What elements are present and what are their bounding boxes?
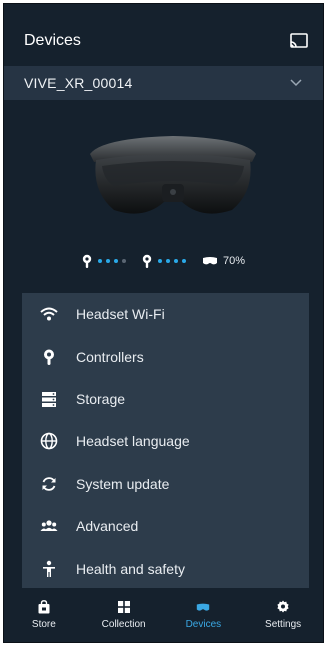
nav-label: Collection: [101, 619, 146, 630]
menu-item-label: Headset Wi-Fi: [76, 306, 165, 323]
storage-icon: [40, 390, 58, 408]
nav-label: Devices: [185, 619, 222, 630]
battery-dot: [97, 259, 102, 263]
menu-item-health-and-safety[interactable]: Health and safety: [22, 547, 309, 589]
chevron-down-icon: [290, 79, 302, 87]
wifi-icon: [40, 305, 58, 323]
menu-item-label: Headset language: [76, 433, 190, 450]
menu-item-label: Storage: [76, 390, 126, 407]
menu-item-label: System update: [76, 475, 170, 492]
menu-item-headset-language[interactable]: Headset language: [22, 420, 309, 462]
menu-item-controllers[interactable]: Controllers: [22, 335, 309, 377]
menu-item-storage[interactable]: Storage: [22, 378, 309, 420]
battery-dot: [165, 259, 170, 263]
battery-dot: [121, 259, 126, 263]
nav-devices[interactable]: Devices: [168, 600, 238, 630]
device-status-row: 70%: [4, 251, 323, 271]
controller-icon: [82, 254, 92, 268]
globe-icon: [40, 432, 58, 450]
headset-battery: 70%: [202, 255, 245, 267]
store-icon: [38, 600, 50, 614]
device-name: VIVE_XR_00014: [24, 75, 133, 91]
person-icon: [40, 560, 58, 578]
right-controller-status: [142, 254, 186, 268]
people-icon: [40, 517, 58, 535]
devices-screen: Devices VIVE_XR_00014 70% Headset Wi-Fi …: [3, 3, 324, 643]
nav-label: Settings: [265, 619, 302, 630]
menu-item-headset-wifi[interactable]: Headset Wi-Fi: [22, 293, 309, 335]
controller-icon: [40, 348, 58, 366]
bottom-navigation: Store Collection Devices Settings: [4, 588, 323, 642]
device-menu: Headset Wi-Fi Controllers Storage Headse…: [22, 293, 309, 590]
nav-label: Store: [31, 619, 56, 630]
cast-icon[interactable]: [290, 33, 308, 49]
headset-battery-value: 70%: [222, 255, 246, 267]
headset-icon: [202, 257, 217, 265]
battery-dot: [173, 259, 178, 263]
battery-dot: [181, 259, 186, 263]
menu-item-label: Advanced: [76, 518, 139, 535]
nav-collection[interactable]: Collection: [89, 600, 159, 630]
nav-store[interactable]: Store: [9, 600, 79, 630]
nav-settings[interactable]: Settings: [248, 600, 318, 630]
headset-image: [90, 136, 256, 214]
app-header: Devices: [4, 4, 323, 66]
devices-icon: [197, 603, 210, 611]
menu-item-advanced[interactable]: Advanced: [22, 505, 309, 547]
left-controller-status: [82, 254, 126, 268]
device-selector[interactable]: VIVE_XR_00014: [4, 66, 323, 100]
battery-dot: [113, 259, 118, 263]
controller-icon: [142, 254, 152, 268]
menu-item-system-update[interactable]: System update: [22, 463, 309, 505]
battery-dot: [105, 259, 110, 263]
left-controller-battery-dots: [97, 259, 126, 263]
page-title: Devices: [24, 32, 81, 49]
menu-item-label: Health and safety: [76, 560, 185, 577]
sync-icon: [40, 475, 58, 493]
right-controller-battery-dots: [157, 259, 186, 263]
battery-dot: [157, 259, 162, 263]
collection-icon: [117, 601, 130, 613]
gear-icon: [277, 600, 289, 613]
menu-item-label: Controllers: [76, 348, 144, 365]
